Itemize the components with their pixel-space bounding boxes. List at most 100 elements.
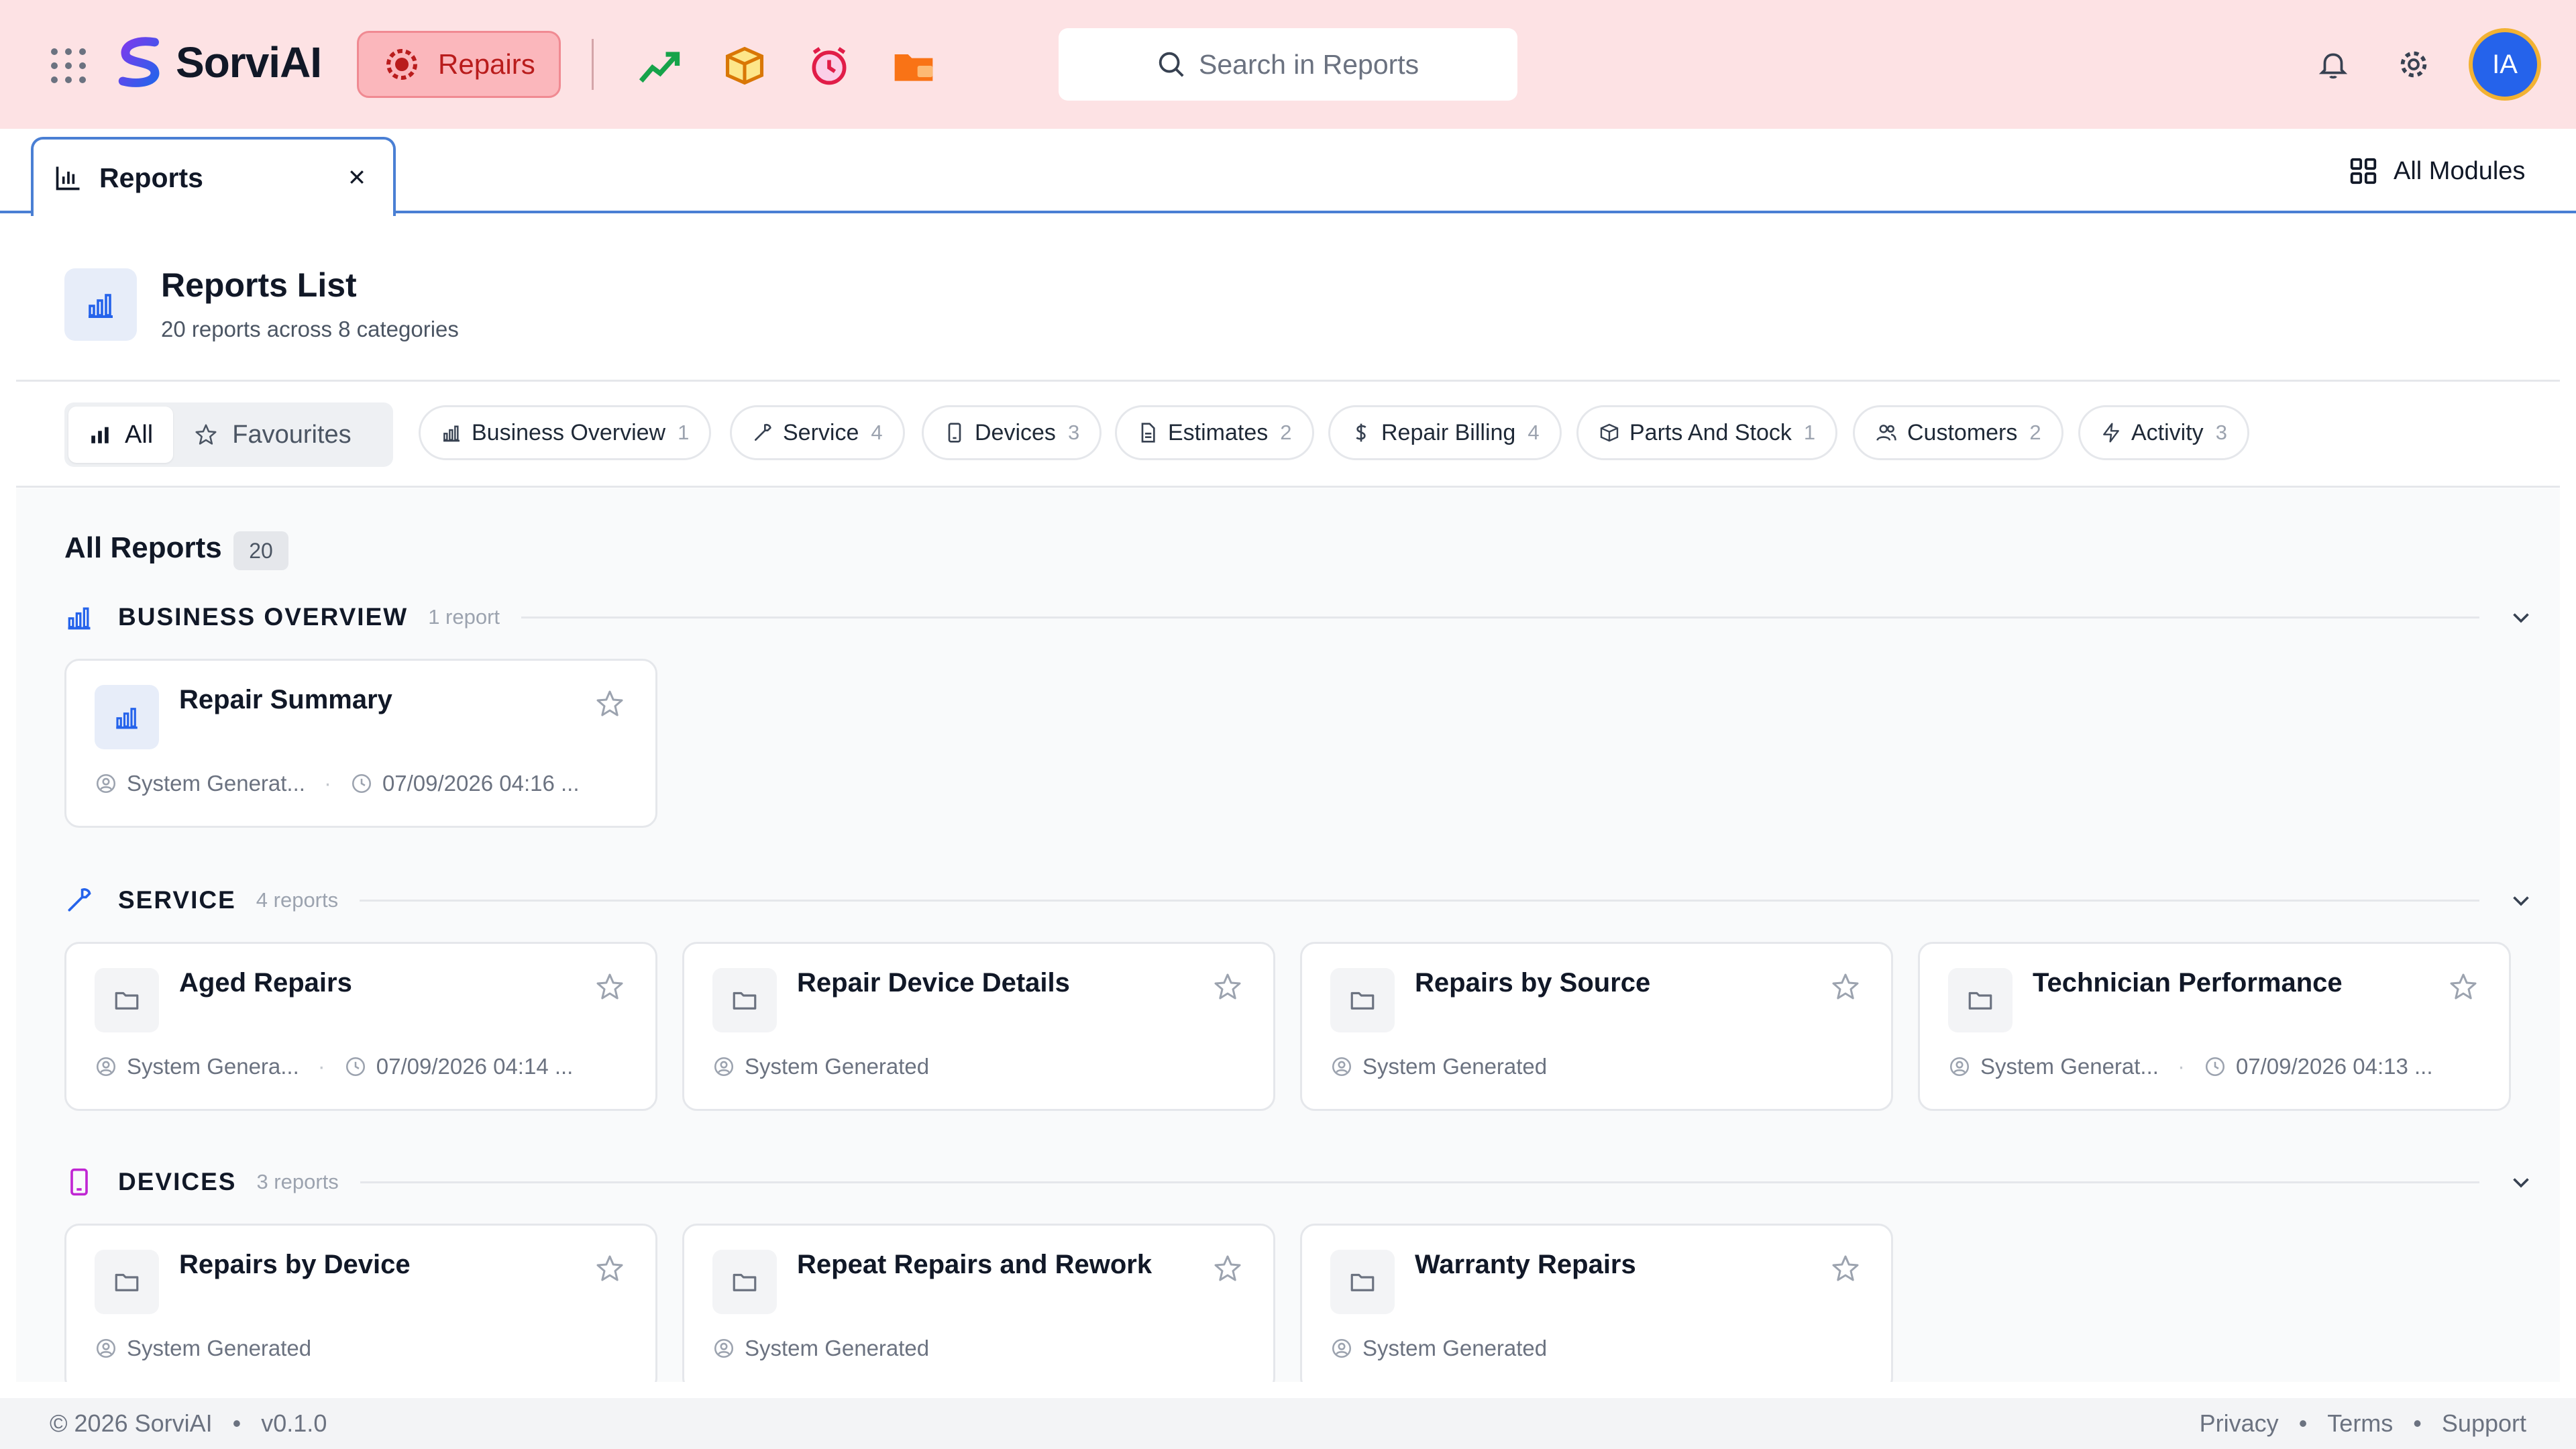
folder-icon [712,1250,777,1314]
chip-count: 1 [678,421,690,444]
chip-count: 3 [2215,421,2227,444]
report-author: System Generat... [127,771,305,796]
report-card[interactable]: Repair Summary System Generat... · 07/09… [64,659,657,828]
report-date: 07/09/2026 04:16 ... [382,771,580,796]
all-modules-button[interactable]: All Modules [2348,156,2525,186]
user-circle-icon [96,1057,116,1077]
lightning-icon [2103,423,2119,443]
report-card[interactable]: Repairs by Device System Generated [64,1224,657,1382]
star-icon [195,424,217,445]
bar-chart-icon [95,685,159,749]
clock-icon [352,773,371,794]
star-icon[interactable] [2447,971,2479,1003]
all-reports-count: 20 [233,531,288,570]
phone-icon [70,1168,88,1196]
report-card[interactable]: Repair Device Details System Generated [682,942,1275,1111]
star-icon[interactable] [1212,1252,1244,1285]
chip-parts-and-stock[interactable]: Parts And Stock 1 [1576,405,1838,460]
report-meta: System Generat... · 07/09/2026 04:16 ... [95,771,580,796]
chevron-down-icon[interactable] [2509,605,2533,629]
chip-label: Estimates [1168,419,1269,445]
filter-all-label: All [125,420,154,449]
user-circle-icon [714,1057,734,1077]
footer-copyright: © 2026 SorviAI [50,1409,213,1437]
chip-customers[interactable]: Customers 2 [1853,405,2063,460]
report-meta: System Generated [712,1054,929,1079]
alarm-clock-icon[interactable] [804,40,855,91]
folder-icon [1948,968,2012,1032]
bell-icon[interactable] [2313,44,2353,85]
section-devices[interactable]: DEVICES 3 reports [64,1162,2533,1202]
footer-version: v0.1.0 [261,1409,327,1437]
package-icon[interactable] [719,40,770,91]
chip-service[interactable]: Service 4 [730,405,905,460]
report-title: Repair Summary [179,685,392,714]
section-name: BUSINESS OVERVIEW [118,603,409,631]
chevron-down-icon[interactable] [2509,888,2533,912]
brand-name: SorviAI [176,38,322,87]
tab-row: Reports All Modules [0,129,2576,216]
footer: © 2026 SorviAI • v0.1.0 Privacy • Terms … [0,1398,2576,1449]
star-icon[interactable] [594,1252,626,1285]
chip-business-overview[interactable]: Business Overview 1 [419,405,712,460]
phone-icon [948,423,961,443]
search-bar[interactable] [1059,28,1517,101]
user-avatar[interactable]: IA [2469,28,2541,101]
section-business-overview[interactable]: BUSINESS OVERVIEW 1 report [64,597,2533,637]
section-count: 1 report [428,605,500,629]
section-count: 3 reports [256,1170,339,1193]
section-divider [521,616,2479,619]
app-launcher-icon[interactable] [51,48,86,83]
chip-repair-billing[interactable]: Repair Billing 4 [1328,405,1562,460]
all-modules-label: All Modules [2394,156,2526,185]
footer-link-privacy[interactable]: Privacy [2200,1409,2279,1438]
chip-estimates[interactable]: Estimates 2 [1115,405,1314,460]
trend-chart-icon[interactable] [635,40,686,91]
chip-label: Parts And Stock [1629,419,1792,445]
report-card[interactable]: Repeat Repairs and Rework System Generat… [682,1224,1275,1382]
filter-divider [16,486,2560,488]
report-meta: System Generated [95,1336,311,1361]
module-label: Repairs [438,48,535,80]
report-date: 07/09/2026 04:14 ... [376,1054,574,1079]
folder-icon[interactable] [888,40,939,91]
filter-favourites-button[interactable]: Favourites [173,407,371,463]
section-name: SERVICE [118,886,236,914]
chip-devices[interactable]: Devices 3 [922,405,1102,460]
star-icon[interactable] [1829,971,1862,1003]
wrench-icon [68,888,91,912]
section-name: DEVICES [118,1168,237,1195]
chip-label: Repair Billing [1381,419,1516,445]
close-icon[interactable] [343,164,370,191]
star-icon[interactable] [594,971,626,1003]
repairs-module-button[interactable]: Repairs [357,31,561,98]
section-count: 4 reports [256,888,339,912]
star-icon[interactable] [1212,971,1244,1003]
folder-icon [1330,1250,1395,1314]
report-author: System Generated [745,1336,930,1360]
footer-link-support[interactable]: Support [2442,1409,2526,1438]
report-card[interactable]: Warranty Repairs System Generated [1300,1224,1893,1382]
wrench-icon [755,423,771,441]
brand-logo[interactable]: SorviAI [111,34,322,91]
user-circle-icon [714,1338,734,1358]
report-title: Repeat Repairs and Rework [797,1250,1152,1279]
filter-all-button[interactable]: All [68,407,174,463]
tab-reports[interactable]: Reports [31,137,396,216]
chevron-down-icon[interactable] [2509,1170,2533,1194]
report-card[interactable]: Technician Performance System Generat...… [1918,942,2511,1111]
filter-favourites-label: Favourites [232,420,352,449]
section-service[interactable]: SERVICE 4 reports [64,880,2533,920]
user-circle-icon [96,773,116,794]
report-card[interactable]: Repairs by Source System Generated [1300,942,1893,1111]
star-icon[interactable] [1829,1252,1862,1285]
report-meta: System Generat... · 07/09/2026 04:13 ... [1948,1054,2433,1079]
star-icon[interactable] [594,688,626,720]
chip-activity[interactable]: Activity 3 [2078,405,2249,460]
chip-count: 1 [1803,421,1816,444]
report-card[interactable]: Aged Repairs System Genera... · 07/09/20… [64,942,657,1111]
footer-link-terms[interactable]: Terms [2327,1409,2393,1438]
gear-icon[interactable] [2394,44,2434,85]
search-input[interactable] [1199,48,1420,80]
folder-icon [712,968,777,1032]
